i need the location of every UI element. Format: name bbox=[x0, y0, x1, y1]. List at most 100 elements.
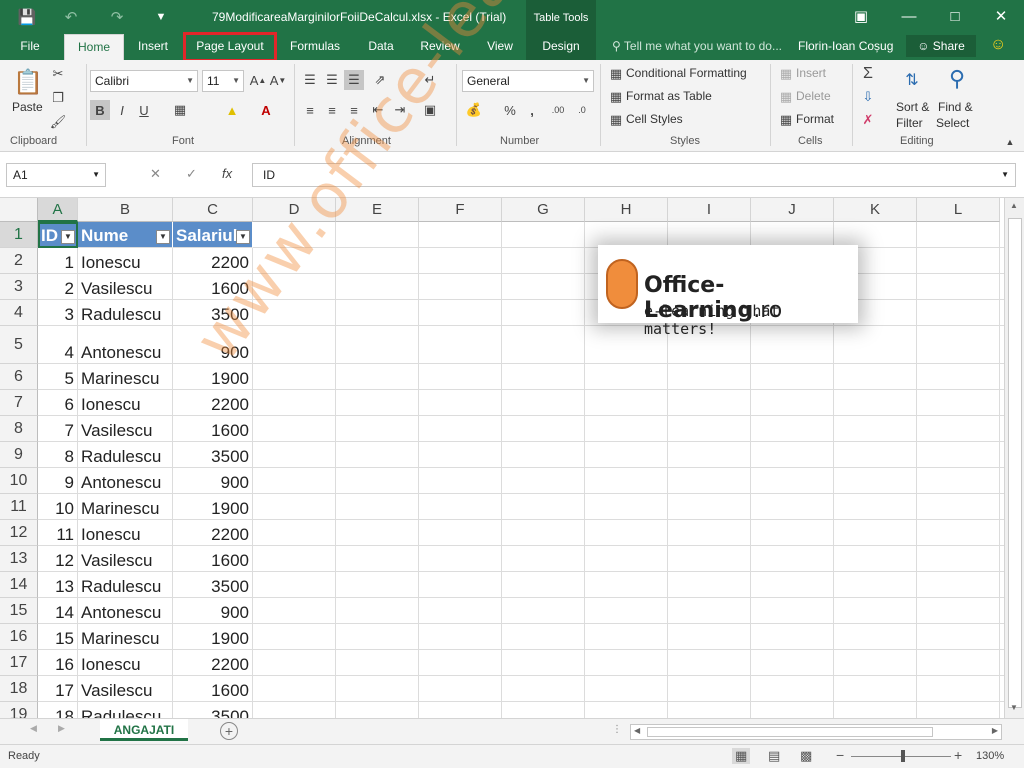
format-cells-button[interactable]: Format bbox=[796, 112, 834, 126]
table-cell[interactable]: 5 bbox=[38, 364, 78, 390]
row-header-10[interactable]: 10 bbox=[0, 468, 38, 494]
filter-dropdown-icon[interactable]: ▼ bbox=[156, 230, 170, 244]
table-cell[interactable]: 16 bbox=[38, 650, 78, 676]
increase-decimal-icon[interactable]: .00 bbox=[548, 100, 568, 120]
close-icon[interactable]: ✕ bbox=[986, 4, 1016, 28]
accounting-format-icon[interactable]: 💰 bbox=[464, 100, 484, 120]
more-tabs-icon[interactable]: ⋮ bbox=[612, 724, 622, 735]
normal-view-icon[interactable]: ▦ bbox=[732, 748, 751, 764]
tab-view[interactable]: View bbox=[480, 34, 520, 60]
row-header-4[interactable]: 4 bbox=[0, 300, 38, 326]
copy-icon[interactable]: ❐ bbox=[48, 88, 68, 108]
align-top-icon[interactable]: ☰ bbox=[300, 70, 320, 90]
table-cell[interactable]: 1900 bbox=[173, 624, 253, 650]
table-cell[interactable]: 15 bbox=[38, 624, 78, 650]
fill-color-icon[interactable]: ▲ bbox=[222, 100, 242, 120]
row-header-15[interactable]: 15 bbox=[0, 598, 38, 624]
column-header-d[interactable]: D bbox=[253, 198, 336, 222]
table-cell[interactable]: Antonescu bbox=[78, 326, 173, 364]
sort-filter-label-1[interactable]: Sort & bbox=[896, 100, 929, 114]
merge-center-icon[interactable]: ▣ bbox=[420, 100, 440, 120]
worksheet-grid[interactable]: ABCDEFGHIJKL 1 2 3 4 5 6 7 8 9 10 11 12 13 14 15 16 17 18… bbox=[0, 198, 1004, 718]
table-cell[interactable]: 18 bbox=[38, 702, 78, 718]
table-cell[interactable]: 1600 bbox=[173, 274, 253, 300]
save-icon[interactable]: 💾 bbox=[16, 6, 38, 28]
table-cell[interactable]: Radulescu bbox=[78, 442, 173, 468]
decrease-font-icon[interactable]: A ▼ bbox=[268, 70, 288, 90]
cut-icon[interactable]: ✂ bbox=[48, 64, 68, 84]
row-header-6[interactable]: 6 bbox=[0, 364, 38, 390]
conditional-formatting-button[interactable]: Conditional Formatting bbox=[626, 66, 747, 80]
conditional-formatting-icon[interactable]: ▦ bbox=[606, 64, 626, 84]
table-cell[interactable]: Ionescu bbox=[78, 390, 173, 416]
scroll-down-icon[interactable]: ▼ bbox=[1010, 703, 1018, 712]
tab-formulas[interactable]: Formulas bbox=[282, 34, 348, 60]
table-cell[interactable]: 1600 bbox=[173, 676, 253, 702]
table-cell[interactable]: 1 bbox=[38, 248, 78, 274]
row-header-2[interactable]: 2 bbox=[0, 248, 38, 274]
row-header-18[interactable]: 18 bbox=[0, 676, 38, 702]
table-cell[interactable]: 1900 bbox=[173, 364, 253, 390]
prev-sheet-icon[interactable]: ◀ bbox=[30, 723, 37, 734]
delete-cells-button[interactable]: Delete bbox=[796, 89, 831, 103]
find-select-label-1[interactable]: Find & bbox=[938, 100, 973, 114]
find-select-label-2[interactable]: Select bbox=[936, 116, 969, 130]
sort-filter-label-2[interactable]: Filter bbox=[896, 116, 923, 130]
undo-icon[interactable]: ↶ bbox=[60, 6, 82, 28]
align-center-icon[interactable]: ≡ bbox=[322, 100, 342, 120]
table-cell[interactable]: Antonescu bbox=[78, 598, 173, 624]
feedback-smiley-icon[interactable]: ☺ bbox=[990, 36, 1006, 54]
row-header-14[interactable]: 14 bbox=[0, 572, 38, 598]
table-cell[interactable]: Ionescu bbox=[78, 520, 173, 546]
user-name[interactable]: Florin-Ioan Coșug bbox=[798, 39, 893, 53]
sheet-tab-angajati[interactable]: ANGAJATI bbox=[100, 719, 188, 741]
table-header-cell[interactable]: ID ▼ bbox=[38, 222, 78, 248]
select-all-corner[interactable] bbox=[0, 198, 38, 222]
row-header-1[interactable]: 1 bbox=[0, 222, 38, 248]
table-cell[interactable]: 3500 bbox=[173, 300, 253, 326]
maximize-icon[interactable]: □ bbox=[940, 4, 970, 28]
table-cell[interactable]: 2200 bbox=[173, 248, 253, 274]
vertical-scrollbar[interactable]: ▲ ▼ bbox=[1004, 198, 1024, 718]
scroll-left-icon[interactable]: ◀ bbox=[634, 726, 640, 735]
table-cell[interactable]: 2200 bbox=[173, 650, 253, 676]
font-color-icon[interactable]: A bbox=[256, 100, 276, 120]
table-cell[interactable]: Ionescu bbox=[78, 650, 173, 676]
table-cell[interactable]: Radulescu bbox=[78, 702, 173, 718]
number-format-combo[interactable]: General ▼ bbox=[462, 70, 594, 92]
increase-indent-icon[interactable]: ⇥ bbox=[390, 100, 410, 120]
table-cell[interactable]: 7 bbox=[38, 416, 78, 442]
underline-icon[interactable]: U bbox=[134, 100, 154, 120]
ribbon-display-icon[interactable]: ▣ bbox=[846, 4, 876, 28]
insert-function-icon[interactable]: fx bbox=[222, 166, 232, 181]
paste-label[interactable]: Paste bbox=[12, 100, 43, 114]
find-select-icon[interactable]: ⚲ bbox=[942, 64, 972, 94]
orientation-icon[interactable]: ⇗ bbox=[370, 70, 390, 90]
insert-cells-button[interactable]: Insert bbox=[796, 66, 826, 80]
formula-input[interactable]: ID ▼ bbox=[252, 163, 1016, 187]
page-layout-view-icon[interactable]: ▤ bbox=[768, 748, 780, 764]
column-header-j[interactable]: J bbox=[751, 198, 834, 222]
cell-styles-button[interactable]: Cell Styles bbox=[626, 112, 683, 126]
table-cell[interactable]: Vasilescu bbox=[78, 546, 173, 572]
table-cell[interactable]: 900 bbox=[173, 468, 253, 494]
column-header-i[interactable]: I bbox=[668, 198, 751, 222]
zoom-level[interactable]: 130% bbox=[976, 750, 1004, 762]
table-cell[interactable]: Marinescu bbox=[78, 494, 173, 520]
table-cell[interactable]: 900 bbox=[173, 326, 253, 364]
table-cell[interactable]: 6 bbox=[38, 390, 78, 416]
row-header-17[interactable]: 17 bbox=[0, 650, 38, 676]
row-header-13[interactable]: 13 bbox=[0, 546, 38, 572]
zoom-out-icon[interactable]: − bbox=[836, 747, 844, 763]
align-middle-icon[interactable]: ☰ bbox=[322, 70, 342, 90]
tab-home[interactable]: Home bbox=[64, 34, 124, 60]
font-name-combo[interactable]: Calibri ▼ bbox=[90, 70, 198, 92]
autosum-icon[interactable]: Σ bbox=[858, 64, 878, 84]
table-cell[interactable]: 17 bbox=[38, 676, 78, 702]
row-header-3[interactable]: 3 bbox=[0, 274, 38, 300]
column-header-h[interactable]: H bbox=[585, 198, 668, 222]
customize-toolbar-icon[interactable]: ▼ bbox=[150, 6, 172, 28]
collapse-ribbon-icon[interactable]: ▲ bbox=[1000, 132, 1020, 152]
table-cell[interactable]: 1900 bbox=[173, 494, 253, 520]
name-box[interactable]: A1 ▼ bbox=[6, 163, 106, 187]
